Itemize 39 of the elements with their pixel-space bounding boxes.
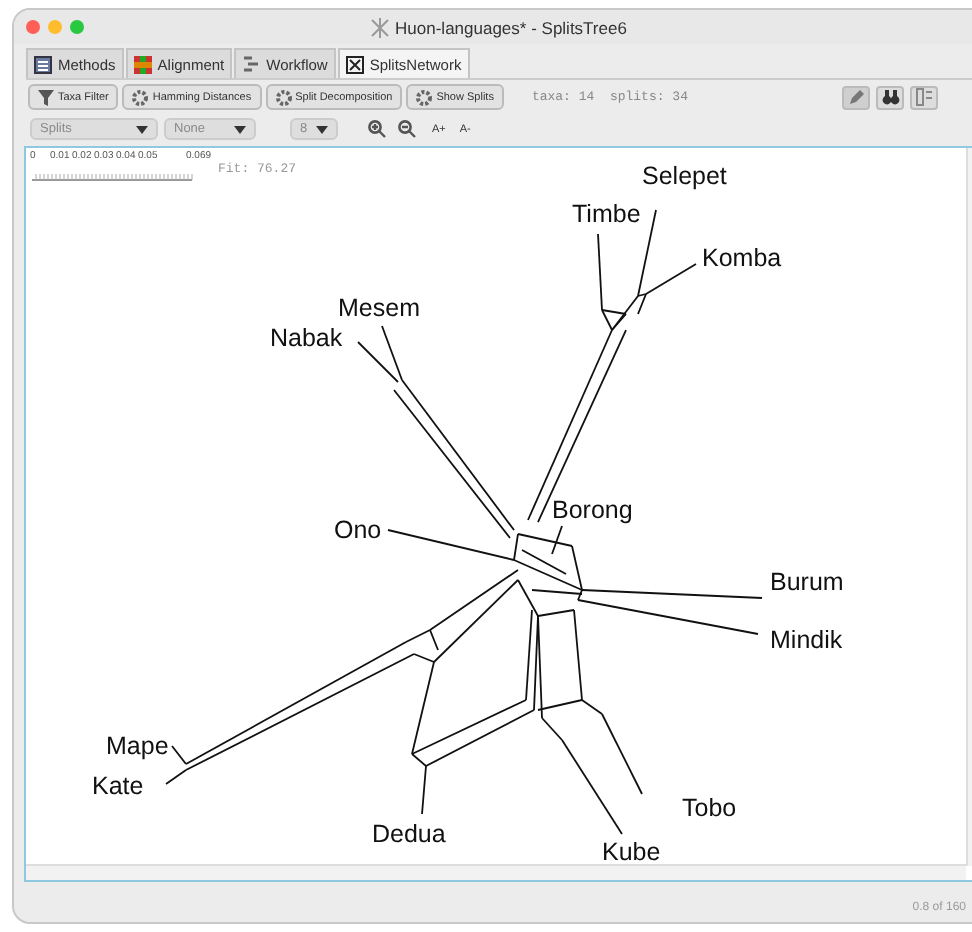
gear-icon bbox=[416, 89, 433, 105]
taxon-label: Komba bbox=[702, 244, 782, 272]
zoom-button[interactable] bbox=[70, 20, 84, 34]
horizontal-scrollbar[interactable] bbox=[26, 864, 966, 880]
gear-icon bbox=[275, 89, 292, 105]
gear-icon bbox=[132, 89, 149, 105]
caret-icon bbox=[136, 125, 148, 133]
filter-icon bbox=[38, 89, 54, 105]
zoom-in-icon bbox=[367, 120, 385, 138]
taxon-label: Burum bbox=[770, 568, 844, 596]
taxon-label: Mape bbox=[106, 732, 169, 760]
taxon-label: Kube bbox=[602, 838, 661, 866]
taxon-label: Dedua bbox=[372, 820, 446, 848]
taxon-label: Ono bbox=[334, 516, 382, 544]
taxon-label: Mesem bbox=[338, 294, 420, 322]
sidebar-icon bbox=[915, 88, 933, 106]
pencil-icon bbox=[847, 88, 865, 106]
find-button[interactable] bbox=[876, 85, 904, 109]
taxon-label: Nabak bbox=[270, 324, 343, 352]
caret-icon bbox=[234, 125, 246, 133]
grid-icon bbox=[133, 55, 152, 73]
binoculars-icon bbox=[881, 88, 899, 106]
zoom-in-button[interactable] bbox=[364, 120, 388, 138]
caret-icon bbox=[316, 125, 328, 133]
taxon-label: Kate bbox=[92, 772, 144, 800]
edit-button[interactable] bbox=[842, 85, 870, 109]
workflow-icon bbox=[242, 55, 261, 73]
taxon-label: Tobo bbox=[682, 794, 737, 822]
window-title: Huon-languages* - SplitsTree6 bbox=[395, 17, 627, 37]
taxon-label: Timbe bbox=[572, 200, 641, 228]
network-icon bbox=[345, 55, 364, 73]
taxon-label: Borong bbox=[552, 496, 633, 524]
taxon-label: Mindik bbox=[770, 626, 843, 654]
taxon-label: Selepet bbox=[642, 162, 727, 190]
list-icon bbox=[34, 55, 52, 73]
app-icon bbox=[369, 17, 390, 37]
close-button[interactable] bbox=[26, 20, 40, 34]
zoom-out-icon bbox=[397, 120, 415, 138]
zoom-out-button[interactable] bbox=[394, 120, 418, 138]
